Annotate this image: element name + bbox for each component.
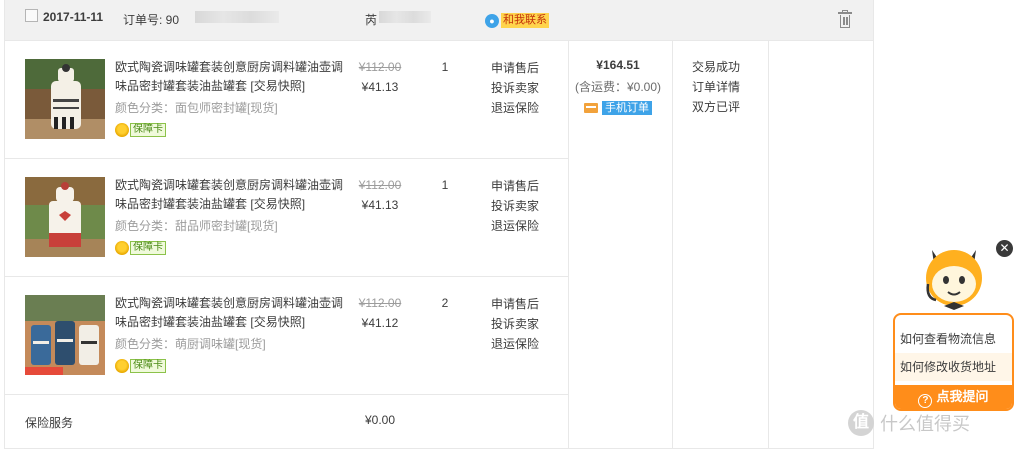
order-status: 交易成功 订单详情 双方已评 — [692, 57, 740, 117]
total-amount: ¥164.51 — [596, 58, 640, 72]
order-detail-link[interactable]: 订单详情 — [692, 77, 740, 97]
after-sale-link[interactable]: 申请售后 — [491, 176, 539, 196]
product-title[interactable]: 欧式陶瓷调味罐套装创意厨房调料罐油壶调味品密封罐套装油盐罐套 [交易快照] — [115, 58, 345, 96]
close-icon[interactable]: ✕ — [996, 240, 1013, 257]
flower-icon — [115, 123, 129, 137]
unit-price: ¥41.13 — [361, 80, 399, 94]
column-divider — [768, 41, 769, 449]
complain-seller-link[interactable]: 投诉卖家 — [491, 314, 539, 334]
snapshot-link[interactable]: [交易快照] — [250, 315, 305, 329]
return-insurance-link[interactable]: 退运保险 — [491, 98, 539, 118]
guarantee-label: 保障卡 — [130, 241, 166, 255]
delete-order-icon[interactable] — [838, 10, 852, 28]
return-insurance-link[interactable]: 退运保险 — [491, 216, 539, 236]
item-operations: 申请售后 投诉卖家 退运保险 — [491, 58, 539, 118]
watermark-text: 什么值得买 — [880, 414, 970, 434]
order-header: 2017-11-11 订单号: 90 芮 ● 和我联系 — [5, 0, 873, 41]
assistant-mascot-icon[interactable] — [918, 240, 990, 318]
product-sku: 颜色分类：萌厨调味罐[现货] — [115, 337, 266, 351]
ask-question-button[interactable]: ? 点我提问 — [895, 385, 1012, 409]
guarantee-badge[interactable]: 保障卡 — [115, 123, 166, 137]
unit-price: ¥41.13 — [361, 198, 399, 212]
chat-bubble-icon: ● — [485, 13, 499, 28]
guarantee-badge[interactable]: 保障卡 — [115, 359, 166, 373]
original-price: ¥112.00 — [358, 296, 402, 310]
snapshot-link[interactable]: [交易快照] — [250, 197, 305, 211]
item-operations: 申请售后 投诉卖家 退运保险 — [491, 294, 539, 354]
card-icon — [584, 103, 598, 113]
trade-status: 交易成功 — [692, 60, 741, 74]
contact-label: 和我联系 — [501, 13, 549, 28]
question-icon: ? — [918, 394, 933, 408]
item-operations: 申请售后 投诉卖家 退运保险 — [491, 176, 539, 236]
mobile-order-badge: 手机订单 — [584, 101, 652, 115]
original-price: ¥112.00 — [358, 60, 402, 74]
quantity: 2 — [441, 296, 449, 310]
snapshot-link[interactable]: [交易快照] — [250, 79, 305, 93]
order-checkbox[interactable] — [25, 9, 38, 22]
return-insurance-link[interactable]: 退运保险 — [491, 334, 539, 354]
product-image[interactable] — [25, 59, 105, 139]
order-item-row: 欧式陶瓷调味罐套装创意厨房调料罐油壶调味品密封罐套装油盐罐套 [交易快照] 颜色… — [5, 41, 568, 159]
guarantee-badge[interactable]: 保障卡 — [115, 241, 166, 255]
order-item-row: 欧式陶瓷调味罐套装创意厨房调料罐油壶调味品密封罐套装油盐罐套 [交易快照] 颜色… — [5, 159, 568, 277]
watermark: 值 什么值得买 — [848, 410, 970, 436]
quantity: 1 — [441, 178, 449, 192]
review-status: 双方已评 — [692, 100, 741, 114]
order-total: ¥164.51 (含运费：¥0.00) 手机订单 — [566, 58, 670, 116]
product-image[interactable] — [25, 295, 105, 375]
order-number: 订单号: 90 — [123, 13, 180, 27]
original-price: ¥112.00 — [358, 178, 402, 192]
mobile-order-label: 手机订单 — [602, 101, 652, 115]
shipping-fee: (含运费：¥0.00) — [574, 80, 662, 94]
order-card: 2017-11-11 订单号: 90 芮 ● 和我联系 欧式陶瓷调味罐套装创意厨… — [4, 0, 874, 449]
complain-seller-link[interactable]: 投诉卖家 — [491, 196, 539, 216]
guarantee-label: 保障卡 — [130, 359, 166, 373]
insurance-price: ¥0.00 — [364, 413, 396, 427]
after-sale-link[interactable]: 申请售后 — [491, 294, 539, 314]
product-title[interactable]: 欧式陶瓷调味罐套装创意厨房调料罐油壶调味品密封罐套装油盐罐套 [交易快照] — [115, 294, 345, 332]
after-sale-link[interactable]: 申请售后 — [491, 58, 539, 78]
quantity: 1 — [441, 60, 449, 74]
shop-name-redacted — [379, 11, 431, 23]
product-image[interactable] — [25, 177, 105, 257]
guarantee-label: 保障卡 — [130, 123, 166, 137]
order-item-row: 欧式陶瓷调味罐套装创意厨房调料罐油壶调味品密封罐套装油盐罐套 [交易快照] 颜色… — [5, 277, 568, 395]
watermark-logo: 值 — [848, 410, 874, 436]
insurance-label: 保险服务 — [25, 416, 74, 430]
product-title[interactable]: 欧式陶瓷调味罐套装创意厨房调料罐油壶调味品密封罐套装油盐罐套 [交易快照] — [115, 176, 345, 214]
flower-icon — [115, 241, 129, 255]
product-sku: 颜色分类：面包师密封罐[现货] — [115, 101, 278, 115]
column-divider — [672, 41, 673, 449]
contact-seller-button[interactable]: ● 和我联系 — [485, 12, 549, 29]
order-number-redacted — [195, 11, 279, 23]
order-date: 2017-11-11 — [43, 10, 104, 24]
product-sku: 颜色分类：甜品师密封罐[现货] — [115, 219, 278, 233]
unit-price: ¥41.12 — [361, 316, 399, 330]
shop-name[interactable]: 芮 — [365, 11, 377, 28]
faq-item[interactable]: 如何修改收货地址 — [895, 353, 1012, 381]
complain-seller-link[interactable]: 投诉卖家 — [491, 78, 539, 98]
assistant-faq-panel: 如何查看物流信息 如何修改收货地址 ? 点我提问 — [893, 313, 1014, 411]
flower-icon — [115, 359, 129, 373]
faq-item[interactable]: 如何查看物流信息 — [895, 325, 1012, 353]
